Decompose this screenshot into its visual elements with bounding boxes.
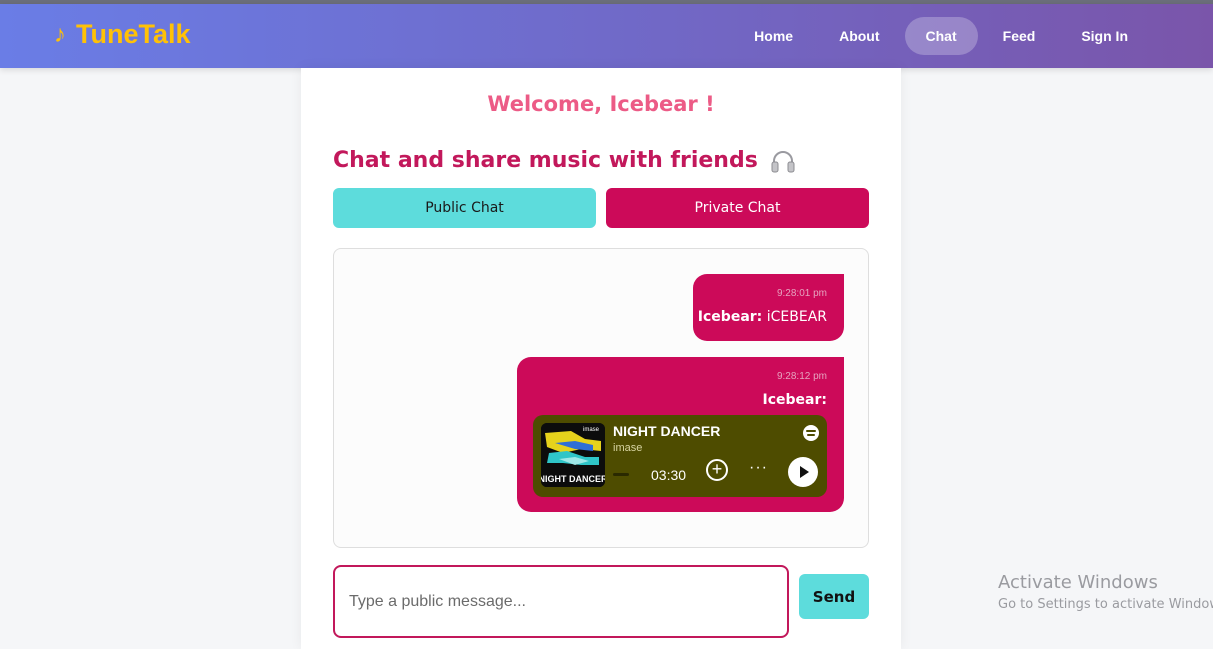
track-title[interactable]: NIGHT DANCER [613, 423, 720, 439]
public-chat-tab[interactable]: Public Chat [333, 188, 596, 228]
private-chat-tab[interactable]: Private Chat [606, 188, 869, 228]
nav-feed-link[interactable]: Feed [982, 17, 1057, 55]
message-timestamp: 9:28:12 pm [776, 371, 827, 382]
play-button[interactable] [788, 457, 818, 487]
message-line: Icebear: iCEBEAR [698, 309, 827, 325]
track-artist[interactable]: imase [613, 442, 642, 454]
message-bubble: 9:28:01 pm Icebear: iCEBEAR [693, 274, 844, 341]
cover-title-text: NIGHT DANCER [541, 474, 605, 484]
nav-home-link[interactable]: Home [733, 17, 814, 55]
spotify-icon[interactable] [803, 425, 819, 441]
music-note-icon: ♪ [54, 20, 66, 48]
windows-activation-watermark: Activate Windows Go to Settings to activ… [998, 572, 1213, 612]
message-timestamp: 9:28:01 pm [776, 288, 827, 299]
nav-links: Home About Chat Feed Sign In [729, 17, 1149, 55]
album-cover-image[interactable]: NIGHT DANCER imase [541, 423, 605, 487]
chat-subtitle-text: Chat and share music with friends [333, 148, 758, 173]
watermark-subtitle: Go to Settings to activate Windows. [998, 597, 1213, 612]
spotify-track-embed[interactable]: NIGHT DANCER imase NIGHT DANCER imase 03… [533, 415, 827, 497]
message-input-wrapper [333, 565, 789, 638]
message-input[interactable] [349, 567, 769, 636]
nav-chat-link[interactable]: Chat [904, 17, 978, 55]
headphones-icon [770, 149, 796, 173]
navbar: ♪ TuneTalk Home About Chat Feed Sign In [0, 4, 1213, 68]
track-duration: 03:30 [651, 467, 687, 483]
preview-indicator [613, 473, 629, 476]
message-bubble-with-track: 9:28:12 pm Icebear: NIGHT DANCER imase N… [517, 357, 844, 512]
message-text: iCEBEAR [766, 309, 827, 325]
chat-messages-panel[interactable]: 9:28:01 pm Icebear: iCEBEAR 9:28:12 pm I… [333, 248, 869, 548]
send-button[interactable]: Send [799, 574, 869, 619]
nav-about-link[interactable]: About [818, 17, 900, 55]
watermark-title: Activate Windows [998, 572, 1158, 593]
add-to-library-button[interactable]: + [706, 459, 728, 481]
message-sender: Icebear: [762, 392, 827, 408]
brand-logo[interactable]: ♪ TuneTalk [54, 19, 191, 50]
chat-card: Welcome, Icebear ! Chat and share music … [301, 68, 901, 649]
message-line: Icebear: [763, 392, 827, 408]
cover-artist-tag: imase [583, 427, 600, 433]
more-options-button[interactable]: ··· [749, 459, 768, 477]
message-sender: Icebear: [697, 309, 763, 325]
nav-sign-in-link[interactable]: Sign In [1060, 17, 1149, 55]
chat-subtitle: Chat and share music with friends [333, 148, 796, 173]
welcome-heading: Welcome, Icebear ! [487, 92, 715, 116]
brand-name: TuneTalk [76, 19, 191, 49]
